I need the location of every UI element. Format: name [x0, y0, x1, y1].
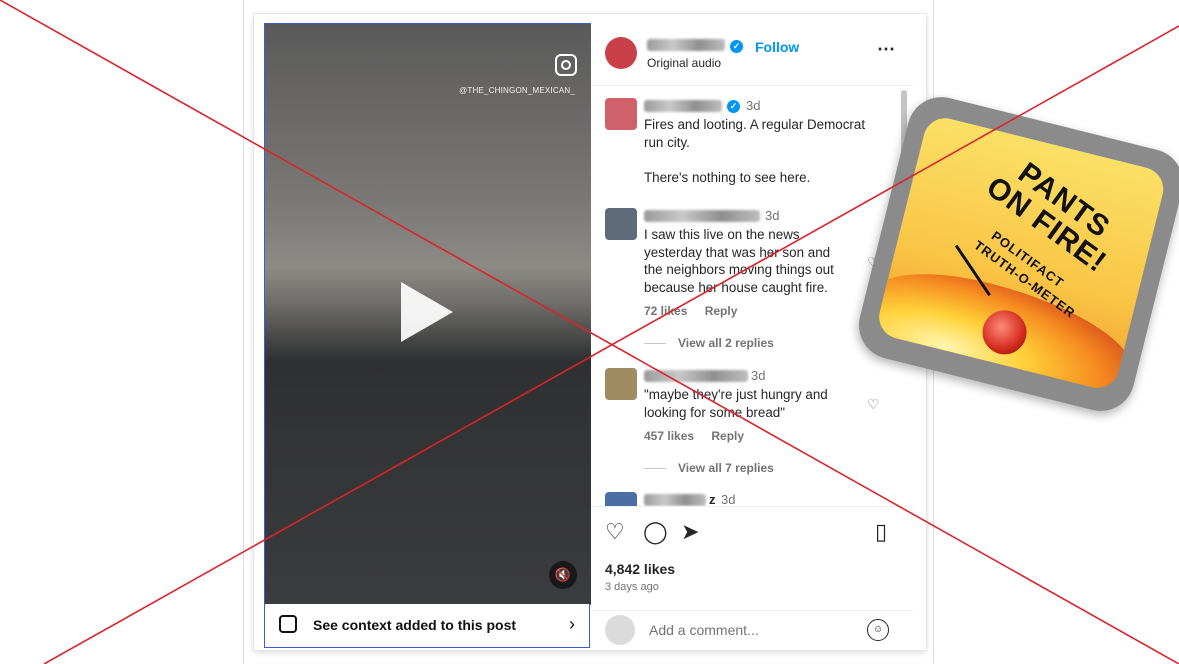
user-avatar — [605, 615, 635, 645]
caption-avatar[interactable] — [605, 98, 637, 130]
post-time[interactable]: 3 days ago — [605, 581, 659, 593]
video-watermark: @THE_CHINGON_MEXICAN_ — [459, 86, 575, 95]
heart-icon[interactable]: ♡ — [605, 519, 625, 545]
caption-username[interactable] — [644, 100, 722, 112]
caption-text: Fires and looting. A regular Democrat ru… — [644, 117, 866, 185]
comment-input[interactable] — [649, 622, 849, 638]
author-avatar[interactable] — [605, 37, 637, 69]
comment-time: 3d — [721, 492, 736, 506]
follow-button[interactable]: Follow — [755, 39, 799, 55]
more-options-icon[interactable]: ⋯ — [877, 39, 896, 60]
truth-o-meter-dial: PANTS ON FIRE! POLITIFACT TRUTH-O-METER — [874, 113, 1168, 393]
emoji-icon[interactable]: ☺ — [867, 619, 889, 641]
instagram-post: @THE_CHINGON_MEXICAN_ 🔇 See context adde… — [254, 14, 926, 650]
comment-username[interactable] — [644, 370, 748, 382]
caption-time: 3d — [746, 98, 761, 113]
post-header: ✓ Follow Original audio ⋯ — [591, 23, 913, 86]
comment-username[interactable] — [644, 210, 760, 222]
comment-reply-button[interactable]: Reply — [711, 429, 744, 443]
comment-time: 3d — [765, 208, 780, 223]
comment-username-suffix: z — [709, 492, 716, 506]
comment-username[interactable] — [644, 494, 706, 506]
author-username[interactable] — [647, 39, 725, 51]
comment-avatar[interactable] — [605, 208, 637, 240]
comment-like-icon[interactable]: ♡ — [867, 396, 880, 413]
original-audio-link[interactable]: Original audio — [647, 56, 721, 70]
context-note-button[interactable]: See context added to this post › — [264, 604, 590, 648]
view-replies-button[interactable]: View all 7 replies — [644, 461, 774, 475]
comment-meta: 457 likes Reply — [644, 429, 758, 443]
instagram-icon — [555, 54, 577, 76]
comment-time: 3d — [751, 368, 766, 383]
video-player[interactable]: @THE_CHINGON_MEXICAN_ 🔇 — [264, 23, 592, 605]
view-replies-button[interactable]: View all 2 replies — [644, 336, 774, 350]
comment-icon[interactable]: ◯ — [643, 519, 668, 545]
paper-plane-icon[interactable]: ➤ — [681, 519, 699, 545]
add-comment-row: ☺ — [591, 610, 913, 651]
comment-like-count[interactable]: 72 likes — [644, 304, 687, 318]
comment-reply-button[interactable]: Reply — [705, 304, 738, 318]
comment-avatar[interactable] — [605, 368, 637, 400]
context-note-label: See context added to this post — [313, 617, 517, 633]
play-icon[interactable] — [401, 282, 453, 342]
comment-text: I saw this live on the news yesterday th… — [644, 227, 834, 295]
comment-meta: 72 likes Reply — [644, 304, 751, 318]
comment-like-count[interactable]: 457 likes — [644, 429, 694, 443]
page-border-left — [243, 0, 244, 664]
mute-icon[interactable]: 🔇 — [549, 561, 577, 589]
bookmark-icon[interactable]: ▯ — [875, 519, 887, 545]
post-actions: ♡ ◯ ➤ ▯ 4,842 likes 3 days ago — [591, 506, 913, 599]
like-count[interactable]: 4,842 likes — [605, 561, 675, 577]
chevron-right-icon: › — [569, 614, 575, 634]
comment-text: "maybe they're just hungry and looking f… — [644, 387, 828, 420]
comment-avatar[interactable] — [605, 492, 637, 506]
verified-icon: ✓ — [730, 40, 743, 53]
context-search-icon — [279, 615, 297, 633]
verified-icon: ✓ — [727, 100, 740, 113]
